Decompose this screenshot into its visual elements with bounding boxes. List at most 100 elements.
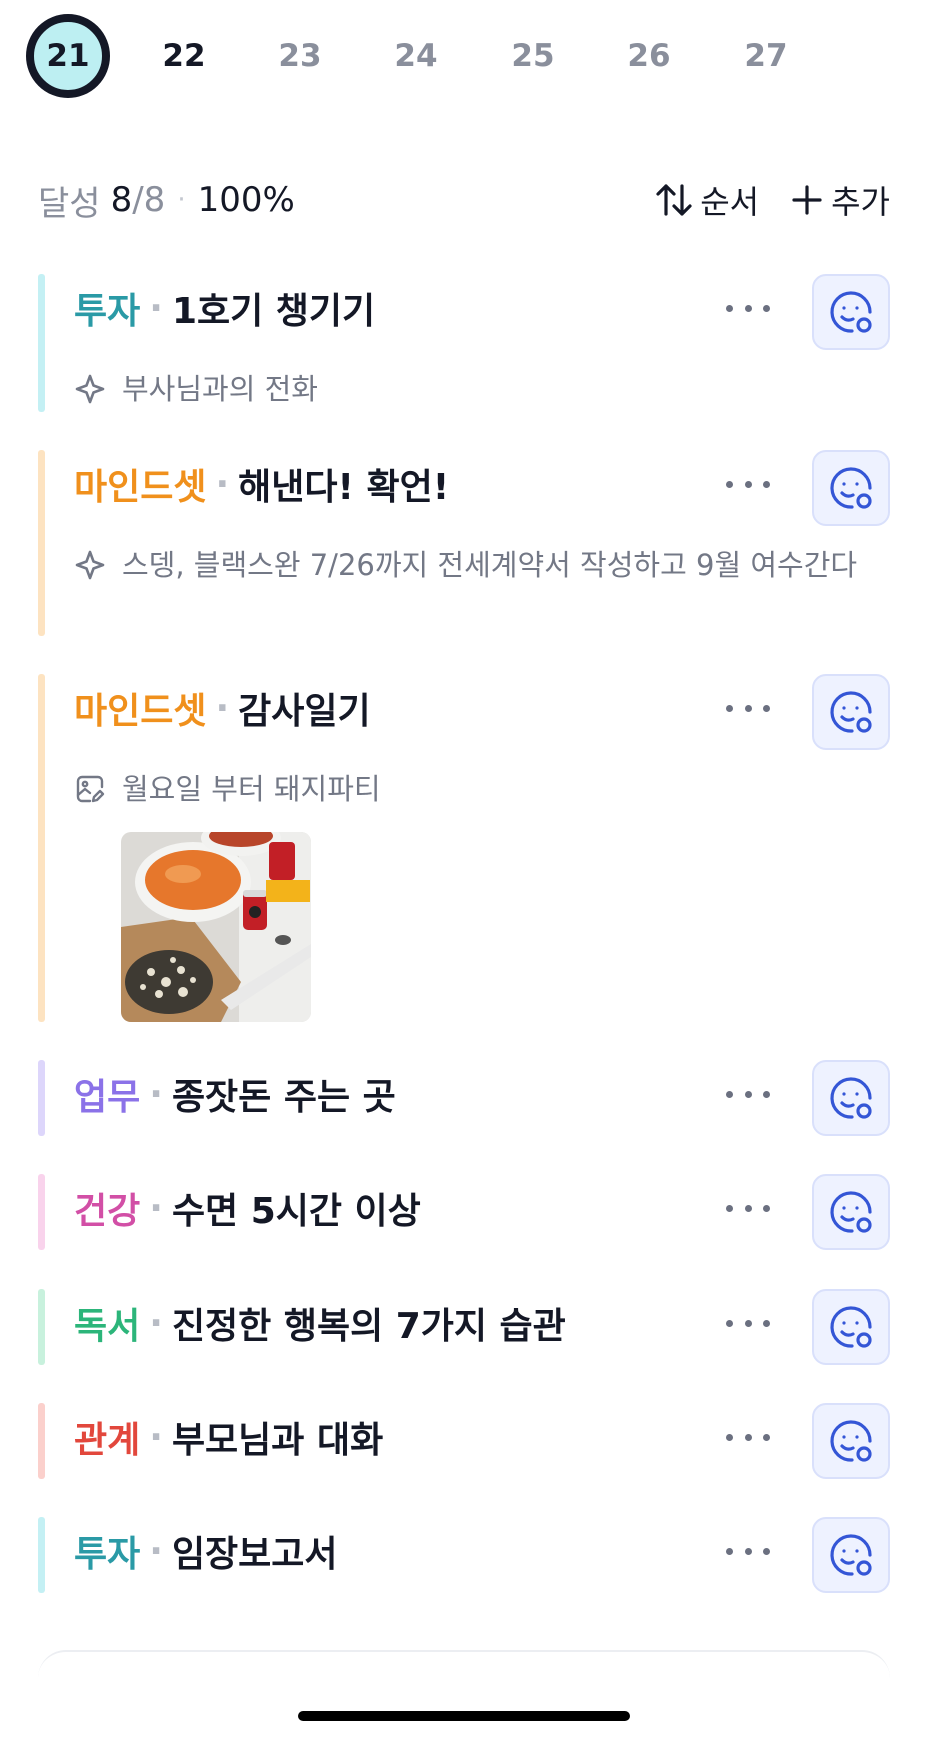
- habit-item[interactable]: 독서 · 진정한 행복의 7가지 습관: [38, 1289, 890, 1365]
- more-dot: [744, 1433, 752, 1441]
- achievement-done: 8: [110, 180, 133, 220]
- more-options-button[interactable]: [726, 1192, 770, 1224]
- smiley-add-icon[interactable]: [812, 674, 890, 750]
- category-bar: [38, 1517, 45, 1593]
- date-22[interactable]: 22: [142, 14, 226, 98]
- more-dot: [744, 1547, 752, 1555]
- home-indicator: [298, 1711, 630, 1721]
- habit-category: 마인드셋: [74, 467, 207, 508]
- more-dot: [763, 704, 770, 712]
- habit-category: 건강: [74, 1191, 141, 1232]
- more-dot: [726, 704, 733, 712]
- habit-category: 마인드셋: [74, 691, 207, 732]
- achievement-label: 달성: [38, 183, 101, 224]
- habit-category: 관계: [74, 1420, 141, 1461]
- smiley-add-icon[interactable]: [812, 1060, 890, 1136]
- habit-header: 마인드셋 · 해낸다! 확언!: [74, 450, 449, 518]
- habit-item[interactable]: 마인드셋 · 감사일기 월요일 부터 돼지파티: [38, 674, 890, 1022]
- smiley-add-icon[interactable]: [812, 1517, 890, 1593]
- list-actions: 순서 추가: [654, 176, 890, 224]
- more-dot: [763, 1547, 770, 1555]
- more-dot: [763, 304, 770, 312]
- habit-item[interactable]: 건강 · 수면 5시간 이상: [38, 1174, 890, 1250]
- separator: ·: [149, 1187, 163, 1229]
- habit-category: 투자: [74, 1534, 141, 1575]
- sort-button[interactable]: 순서: [654, 177, 759, 223]
- habit-item[interactable]: 관계 · 부모님과 대화: [38, 1403, 890, 1479]
- more-options-button[interactable]: [726, 1421, 770, 1453]
- more-options-button[interactable]: [726, 1535, 770, 1567]
- habit-item[interactable]: 투자 · 1호기 챙기기 부사님과의 전화: [38, 274, 890, 412]
- more-dot: [726, 1433, 733, 1441]
- habit-title: 감사일기: [238, 691, 371, 732]
- category-bar: [38, 450, 45, 636]
- smiley-add-icon[interactable]: [812, 1174, 890, 1250]
- category-bar: [38, 1289, 45, 1365]
- separator: ·: [149, 1530, 163, 1572]
- add-label: 추가: [831, 183, 890, 221]
- date-27[interactable]: 27: [724, 14, 808, 98]
- habit-header: 관계 · 부모님과 대화: [74, 1403, 383, 1471]
- food-photo[interactable]: [121, 832, 311, 1022]
- habit-note-text: 스뎅, 블랙스완 7/26까지 전세계약서 작성하고 9월 여수간다: [122, 548, 858, 582]
- date-21[interactable]: 21: [26, 14, 110, 98]
- more-dot: [726, 480, 733, 488]
- habit-note: 월요일 부터 돼지파티: [74, 766, 892, 812]
- habit-category: 독서: [74, 1306, 141, 1347]
- separator: ·: [149, 1073, 163, 1115]
- habit-title: 임장보고서: [171, 1534, 338, 1575]
- date-24[interactable]: 24: [374, 14, 458, 98]
- date-25[interactable]: 25: [491, 14, 575, 98]
- more-dot: [744, 1319, 752, 1327]
- add-button[interactable]: 추가: [789, 177, 890, 223]
- more-dot: [726, 304, 733, 312]
- habit-item[interactable]: 업무 · 종잣돈 주는 곳: [38, 1060, 890, 1136]
- habit-note: 스뎅, 블랙스완 7/26까지 전세계약서 작성하고 9월 여수간다: [74, 542, 892, 588]
- more-dot: [744, 1090, 752, 1098]
- more-dot: [726, 1547, 733, 1555]
- more-options-button[interactable]: [726, 292, 770, 324]
- summary-dot: ·: [177, 185, 186, 215]
- more-options-button[interactable]: [726, 468, 770, 500]
- plus-icon: [789, 182, 825, 218]
- habit-category: 투자: [74, 291, 141, 332]
- separator: ·: [149, 1302, 163, 1344]
- smiley-add-icon[interactable]: [812, 1289, 890, 1365]
- habit-category: 업무: [74, 1077, 141, 1118]
- date-23[interactable]: 23: [258, 14, 342, 98]
- more-options-button[interactable]: [726, 692, 770, 724]
- more-dot: [744, 1204, 752, 1212]
- sort-arrows-icon: [654, 180, 694, 220]
- sort-label: 순서: [700, 183, 760, 221]
- more-dot: [744, 304, 752, 312]
- category-bar: [38, 1060, 45, 1136]
- bottom-sheet-edge: [38, 1650, 890, 1690]
- sparkle-icon: [74, 542, 114, 588]
- date-26[interactable]: 26: [607, 14, 691, 98]
- separator: ·: [149, 1416, 163, 1458]
- date-strip: 21 22 23 24 25 26 27: [0, 0, 926, 110]
- more-dot: [726, 1204, 733, 1212]
- separator: ·: [215, 463, 230, 505]
- more-options-button[interactable]: [726, 1307, 770, 1339]
- more-dot: [744, 480, 752, 488]
- achievement-total: 8: [143, 180, 166, 220]
- habit-header: 마인드셋 · 감사일기: [74, 674, 371, 742]
- habit-title: 수면 5시간 이상: [171, 1191, 421, 1232]
- smiley-add-icon[interactable]: [812, 274, 890, 350]
- more-options-button[interactable]: [726, 1078, 770, 1110]
- smiley-add-icon[interactable]: [812, 1403, 890, 1479]
- more-dot: [744, 704, 752, 712]
- more-dot: [763, 1433, 770, 1441]
- more-dot: [763, 480, 770, 488]
- habit-title: 부모님과 대화: [171, 1420, 384, 1461]
- achievement-summary: 달성 8 / 8 · 100%: [38, 176, 295, 224]
- sparkle-icon: [74, 366, 114, 412]
- more-dot: [726, 1319, 733, 1327]
- habit-item[interactable]: 투자 · 임장보고서: [38, 1517, 890, 1593]
- habit-note-text: 월요일 부터 돼지파티: [122, 772, 381, 806]
- habit-header: 투자 · 임장보고서: [74, 1517, 338, 1585]
- habit-item[interactable]: 마인드셋 · 해낸다! 확언! 스뎅, 블랙스완 7/26까지 전세계약서 작성하고…: [38, 450, 890, 636]
- habit-title: 종잣돈 주는 곳: [171, 1077, 396, 1118]
- smiley-add-icon[interactable]: [812, 450, 890, 526]
